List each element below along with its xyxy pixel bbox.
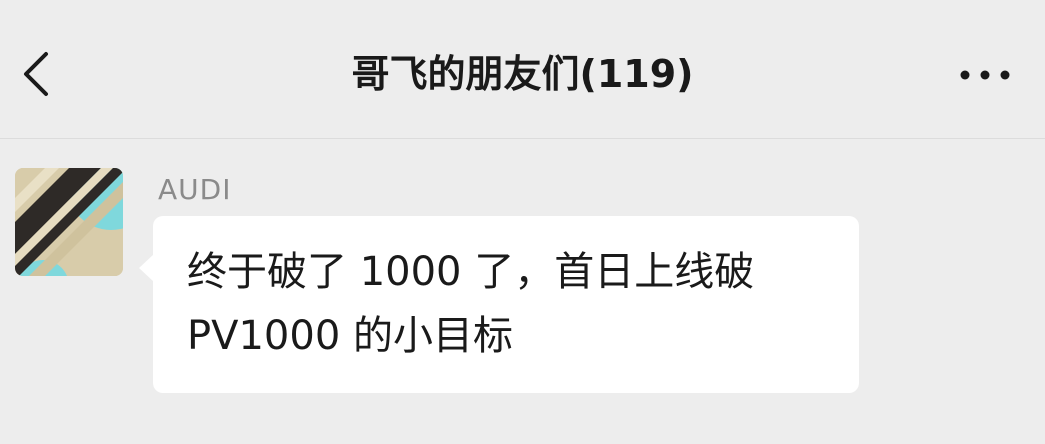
message-bubble[interactable]: 终于破了 1000 了，首日上线破 PV1000 的小目标 xyxy=(139,216,859,393)
nav-bar: 哥飞的朋友们(119) xyxy=(0,0,1045,139)
more-button[interactable] xyxy=(955,60,1015,90)
message-row: AUDI 终于破了 1000 了，首日上线破 PV1000 的小目标 xyxy=(0,138,1045,444)
message-text: 终于破了 1000 了，首日上线破 PV1000 的小目标 xyxy=(187,249,755,359)
avatar-image xyxy=(15,168,123,276)
ellipsis-icon xyxy=(960,70,1010,80)
sender-name: AUDI xyxy=(158,173,232,206)
avatar[interactable] xyxy=(15,168,123,276)
page-title: 哥飞的朋友们(119) xyxy=(351,52,694,96)
bubble-tail xyxy=(139,254,154,282)
chat-screen: 哥飞的朋友们(119) AUDI 终于破了 1000 了，首日上线破 PV100… xyxy=(0,0,1045,444)
